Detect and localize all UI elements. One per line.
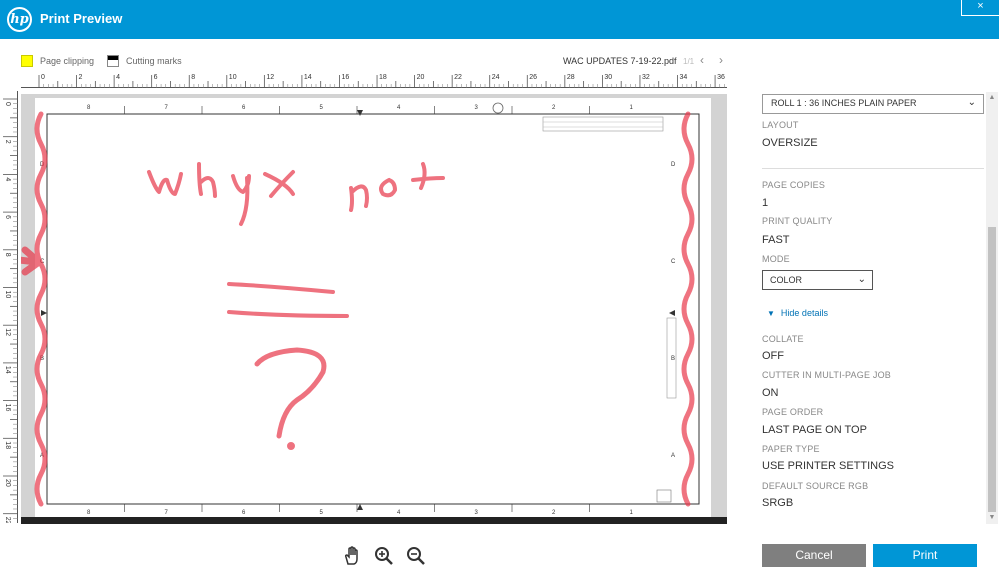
mode-select-value: COLOR <box>770 275 803 285</box>
zoom-out-icon[interactable] <box>405 546 427 568</box>
hide-details-link[interactable]: ▼ Hide details <box>767 308 828 318</box>
cutter-value[interactable]: ON <box>762 387 779 399</box>
page-order-label: PAGE ORDER <box>762 407 824 417</box>
page-order-value[interactable]: LAST PAGE ON TOP <box>762 424 867 436</box>
scroll-thumb[interactable] <box>988 227 996 512</box>
ruler-label: 10 <box>4 291 11 299</box>
hp-logo: hp <box>7 7 32 32</box>
right-wavy-line <box>681 111 695 507</box>
ruler-label: 28 <box>567 74 575 81</box>
window-title: Print Preview <box>40 11 123 26</box>
scroll-down-icon[interactable]: ▼ <box>986 512 998 524</box>
ruler-label: 4 <box>4 177 11 181</box>
copies-value[interactable]: 1 <box>762 197 768 209</box>
hide-details-label: Hide details <box>780 308 828 318</box>
ruler-label: 22 <box>454 74 462 81</box>
ruler-label: 20 <box>4 479 11 487</box>
copies-label: PAGE COPIES <box>762 180 826 190</box>
ruler-label: 0 <box>41 74 45 81</box>
layout-value[interactable]: OVERSIZE <box>762 137 818 149</box>
ruler-label: 2 <box>79 74 83 81</box>
chevron-down-icon: ⌄ <box>857 274 866 285</box>
layout-label: LAYOUT <box>762 120 799 130</box>
zoom-in-icon[interactable] <box>373 546 395 568</box>
cutting-marks-swatch <box>107 55 120 67</box>
ruler-label: 18 <box>4 441 11 449</box>
ruler-left: 0 2 4 6 8 10 12 14 16 18 20 22 <box>3 91 18 523</box>
left-wavy-line <box>34 111 48 507</box>
page-clipping-swatch <box>21 55 33 67</box>
close-button[interactable]: × <box>961 0 999 16</box>
ruler-label: 2 <box>4 140 11 144</box>
ruler-label: 16 <box>341 74 349 81</box>
paper-type-value[interactable]: USE PRINTER SETTINGS <box>762 460 894 472</box>
ruler-label: 12 <box>4 328 11 336</box>
ruler-label: 16 <box>4 404 11 412</box>
ruler-label: 4 <box>116 74 120 81</box>
roll-select-value: ROLL 1 : 36 INCHES PLAIN PAPER <box>771 98 917 108</box>
ink-annotations <box>21 111 695 507</box>
ruler-label: 6 <box>154 74 158 81</box>
legend: Page clipping Cutting marks <box>21 55 182 67</box>
collate-value[interactable]: OFF <box>762 350 784 362</box>
next-page-button[interactable]: › <box>719 53 723 67</box>
hand-icon[interactable] <box>341 546 363 568</box>
default-rgb-label: DEFAULT SOURCE RGB <box>762 481 869 491</box>
default-rgb-value[interactable]: SRGB <box>762 497 793 509</box>
page-clipping-label: Page clipping <box>40 56 95 66</box>
scroll-up-icon[interactable]: ▲ <box>986 92 998 104</box>
page-count: 1/1 <box>683 57 695 66</box>
settings-panel: ROLL 1 : 36 INCHES PLAIN PAPER ⌄ LAYOUT … <box>750 92 999 524</box>
cutting-marks-label: Cutting marks <box>126 56 182 66</box>
ruler-label: 24 <box>492 74 500 81</box>
ruler-label: 0 <box>4 102 11 106</box>
mode-select[interactable]: COLOR ⌄ <box>762 270 873 290</box>
preview-area[interactable]: 87654321 87654321 DDCCBBAA <box>21 94 727 524</box>
title-bar: hp Print Preview × <box>0 0 999 39</box>
ruler-label: 20 <box>417 74 425 81</box>
ruler-label: 26 <box>529 74 537 81</box>
mode-label: MODE <box>762 254 790 264</box>
ruler-label: 12 <box>266 74 274 81</box>
collate-label: COLLATE <box>762 334 804 344</box>
quality-value[interactable]: FAST <box>762 234 790 246</box>
ruler-label: 14 <box>304 74 312 81</box>
paper-type-label: PAPER TYPE <box>762 444 820 454</box>
print-button[interactable]: Print <box>873 544 977 567</box>
ruler-label: 8 <box>191 74 195 81</box>
ruler-label: 18 <box>379 74 387 81</box>
roll-select[interactable]: ROLL 1 : 36 INCHES PLAIN PAPER ⌄ <box>762 94 984 114</box>
ruler-label: 32 <box>642 74 650 81</box>
divider <box>762 168 984 169</box>
quality-label: PRINT QUALITY <box>762 216 833 226</box>
ruler-label: 10 <box>229 74 237 81</box>
ruler-label: 14 <box>4 366 11 374</box>
document-name: WAC UPDATES 7-19-22.pdf <box>563 56 677 66</box>
ruler-label: 22 <box>4 517 11 523</box>
panel-scrollbar[interactable]: ▲ ▼ <box>986 92 998 524</box>
cutter-label: CUTTER IN MULTI-PAGE JOB <box>762 370 891 380</box>
cancel-button[interactable]: Cancel <box>762 544 866 567</box>
chevron-down-icon: ⌄ <box>967 97 976 108</box>
ruler-top: 0 2 4 6 8 10 12 14 16 18 20 22 24 26 28 30 32 34 36 <box>21 74 727 88</box>
ruler-label: 30 <box>604 74 612 81</box>
triangle-down-icon: ▼ <box>767 309 775 318</box>
ruler-label: 6 <box>4 215 11 219</box>
ruler-label: 34 <box>680 74 688 81</box>
prev-page-button[interactable]: ‹ <box>700 53 704 67</box>
ruler-label: 8 <box>4 253 11 257</box>
ruler-label: 36 <box>717 74 725 81</box>
